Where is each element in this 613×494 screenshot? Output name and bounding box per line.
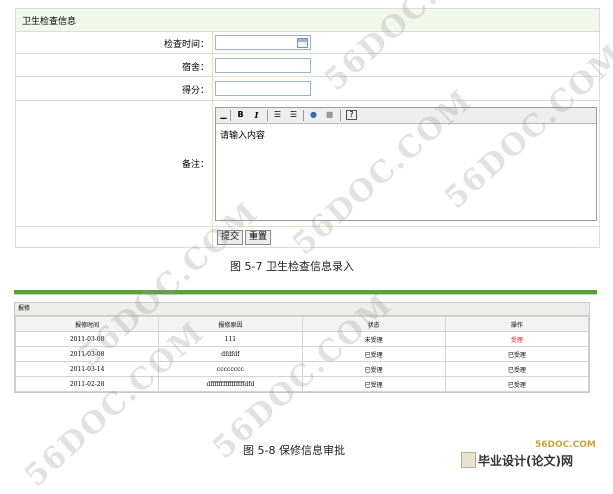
repair-panel-title: 报修 (15, 303, 589, 316)
score-input[interactable] (215, 81, 311, 96)
bold-button[interactable]: B (235, 110, 246, 120)
cell-action: 已受理 (444, 346, 590, 362)
accept-link[interactable]: 受理 (444, 331, 590, 347)
toolbar-separator (230, 110, 231, 121)
green-header-line (14, 294, 597, 295)
italic-button[interactable]: I (251, 110, 262, 120)
unordered-list-icon[interactable]: ☰ (288, 110, 299, 120)
ordered-list-icon[interactable]: ☰ (272, 110, 283, 120)
figure-caption-5-8: 图 5-8 保修信息审批 (243, 444, 345, 457)
toolbar-separator (340, 110, 341, 121)
brand-name: 毕业设计(论文)网 (478, 454, 573, 468)
insert-image-icon[interactable]: ■ (324, 110, 335, 120)
col-action: 操作 (444, 316, 590, 332)
cell-action: 已受理 (444, 376, 590, 392)
check-time-input[interactable] (215, 35, 311, 50)
remark-label: 备注： (181, 160, 209, 170)
toolbar-handle-icon: ▁ (220, 110, 227, 119)
brand-domain: 56DOC.COM (535, 440, 596, 450)
toolbar-separator (303, 110, 304, 121)
insert-link-icon[interactable]: ● (308, 110, 319, 120)
dorm-label: 宿舍： (181, 63, 209, 73)
toolbar-separator (267, 110, 268, 121)
form-header: 卫生检查信息 (16, 9, 599, 32)
row-check-time: 检查时间： (16, 31, 599, 54)
row-score: 得分： (16, 77, 599, 101)
form-title: 卫生检查信息 (22, 17, 77, 27)
page: { "form": { "header": "卫生检查信息", "rows": … (0, 0, 613, 494)
editor-placeholder: 请输入内容 (220, 131, 266, 141)
calendar-icon[interactable] (297, 38, 308, 48)
row-dorm: 宿舍： (16, 54, 599, 77)
score-label: 得分： (181, 86, 209, 96)
check-time-label: 检查时间： (163, 40, 209, 50)
dorm-input[interactable] (215, 58, 311, 73)
document-icon (461, 452, 476, 468)
help-button[interactable]: ? (346, 110, 357, 120)
cell-action: 已受理 (444, 361, 590, 377)
figure-caption-5-7: 图 5-7 卫生检查信息录入 (230, 260, 354, 273)
